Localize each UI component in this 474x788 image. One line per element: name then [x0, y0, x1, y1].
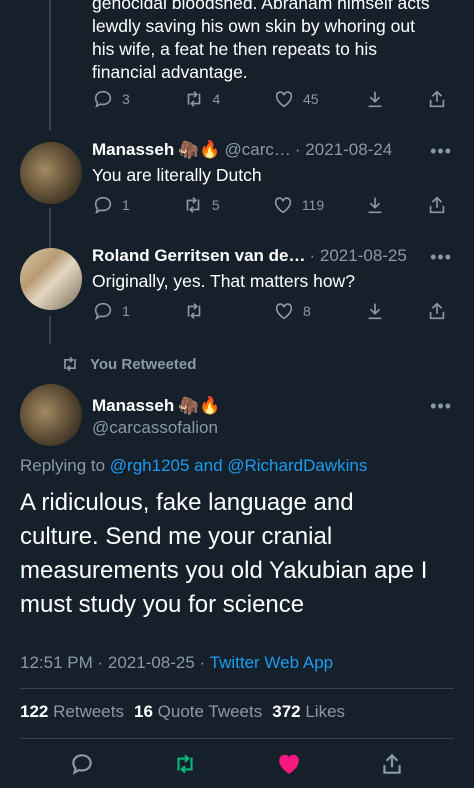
source-link[interactable]: Twitter Web App [210, 653, 333, 672]
mention-link[interactable]: @RichardDawkins [227, 456, 367, 475]
quote-tweets-stat[interactable]: 16 Quote Tweets [134, 702, 262, 722]
tweet-line: must study you for science [20, 591, 305, 618]
tweet-text: genocidal bloodshed. Abraham himself act… [92, 0, 430, 84]
avatar[interactable] [20, 142, 82, 204]
tweet-text: You are literally Dutch [92, 165, 262, 185]
heart-icon [275, 91, 293, 108]
share-button[interactable] [426, 194, 448, 216]
like-button[interactable]: 8 [273, 300, 323, 322]
heart-icon[interactable] [276, 751, 302, 777]
tweet-header: Manasseh 🦣🔥 [92, 396, 221, 416]
mention-link[interactable]: @rgh1205 [110, 456, 190, 475]
share-icon [429, 196, 445, 214]
reply-button[interactable]: 3 [92, 88, 142, 110]
thread-line [49, 208, 51, 248]
like-count: 119 [301, 197, 325, 213]
tweet-date[interactable]: · 2021-08-25 [310, 246, 407, 266]
handle[interactable]: @carc… [225, 140, 291, 160]
like-button[interactable]: 45 [273, 88, 323, 110]
tweet-actions: 1 5 119 [92, 194, 448, 216]
tweet-actions: 3 4 45 [92, 88, 448, 110]
tweet-line: culture. Send me your cranial [20, 523, 333, 550]
like-count: 45 [303, 91, 319, 107]
retweet-icon [187, 303, 200, 319]
share-button[interactable] [426, 88, 448, 110]
share-button[interactable] [426, 300, 448, 322]
replying-to: Replying to @rgh1205 and @RichardDawkins [20, 456, 367, 476]
retweets-stat[interactable]: 122 Retweets [20, 702, 124, 722]
like-button[interactable]: 119 [272, 194, 324, 216]
like-count: 8 [303, 303, 311, 319]
thread-line [49, 0, 51, 130]
avatar[interactable] [20, 248, 82, 310]
display-name[interactable]: Roland Gerritsen van de… [92, 246, 306, 266]
heart-icon [274, 197, 291, 214]
retweet-icon [187, 91, 200, 107]
download-button[interactable] [364, 194, 386, 216]
reply-count: 1 [122, 197, 130, 213]
tweet-line: financial advantage. [92, 62, 248, 82]
more-icon[interactable]: ••• [430, 396, 452, 417]
share-icon [429, 90, 445, 108]
reply-count: 3 [122, 91, 130, 107]
tweet-text: Originally, yes. That matters how? [92, 271, 355, 291]
tweet-line: measurements you old Yakubian ape I [20, 557, 428, 584]
divider [20, 738, 454, 739]
retweet-button[interactable]: 5 [182, 194, 232, 216]
reply-icon[interactable] [69, 751, 95, 777]
tweet-stats: 122 Retweets 16 Quote Tweets 372 Likes [20, 702, 345, 722]
download-icon [368, 303, 381, 320]
replying-and: and [189, 456, 228, 475]
download-button[interactable] [364, 300, 386, 322]
heart-icon [275, 303, 293, 320]
retweet-button[interactable]: 4 [183, 88, 233, 110]
name-emojis: 🦣🔥 [178, 140, 221, 159]
divider [20, 688, 454, 689]
tweet-line: genocidal bloodshed. Abraham himself act… [92, 0, 430, 13]
tweet-date[interactable]: · 2021-08-24 [295, 140, 392, 160]
share-icon [429, 302, 445, 320]
retweeted-label: You Retweeted [90, 355, 197, 373]
retweet-count: 4 [212, 91, 221, 107]
reply-count: 1 [122, 303, 130, 319]
download-button[interactable] [364, 88, 386, 110]
download-icon [368, 197, 382, 214]
tweet-header: Manasseh 🦣🔥 @carc… · 2021-08-24 [92, 140, 392, 160]
likes-stat[interactable]: 372 Likes [272, 702, 345, 722]
reply-icon [94, 302, 112, 321]
share-icon[interactable] [379, 751, 405, 777]
download-icon [368, 91, 381, 108]
avatar[interactable] [20, 384, 82, 446]
name-emojis: 🦣🔥 [178, 396, 221, 415]
reply-icon [94, 196, 112, 215]
thread-line [49, 316, 51, 344]
display-name[interactable]: Manasseh [92, 140, 174, 160]
retweet-icon [186, 197, 200, 213]
timestamp[interactable]: 12:51 PM · 2021-08-25 · [20, 653, 210, 672]
handle[interactable]: @carcassofalion [92, 418, 218, 438]
retweet-count: 5 [211, 197, 220, 213]
reply-button[interactable]: 1 [92, 300, 142, 322]
replying-prefix: Replying to [20, 456, 110, 475]
tweet-line: his wife, a feat he then repeats to his [92, 39, 378, 59]
tweet-text: A ridiculous, fake language and culture.… [20, 486, 454, 622]
tweet-action-bar [0, 740, 474, 788]
retweeted-banner: You Retweeted [60, 354, 196, 374]
more-icon[interactable]: ••• [430, 247, 452, 268]
tweet-actions: 1 8 [92, 300, 448, 322]
retweet-button[interactable] [183, 300, 233, 322]
retweet-icon[interactable] [172, 751, 198, 777]
tweet-timestamp: 12:51 PM · 2021-08-25 · Twitter Web App [20, 653, 333, 673]
display-name[interactable]: Manasseh [92, 396, 174, 416]
retweet-icon [64, 356, 76, 372]
tweet-line: lewdly saving his own skin by whoring ou… [92, 16, 415, 36]
tweet-line: A ridiculous, fake language and [20, 489, 354, 516]
reply-icon [94, 90, 112, 109]
reply-button[interactable]: 1 [92, 194, 142, 216]
tweet-header: Roland Gerritsen van de… · 2021-08-25 [92, 246, 407, 266]
more-icon[interactable]: ••• [430, 141, 452, 162]
